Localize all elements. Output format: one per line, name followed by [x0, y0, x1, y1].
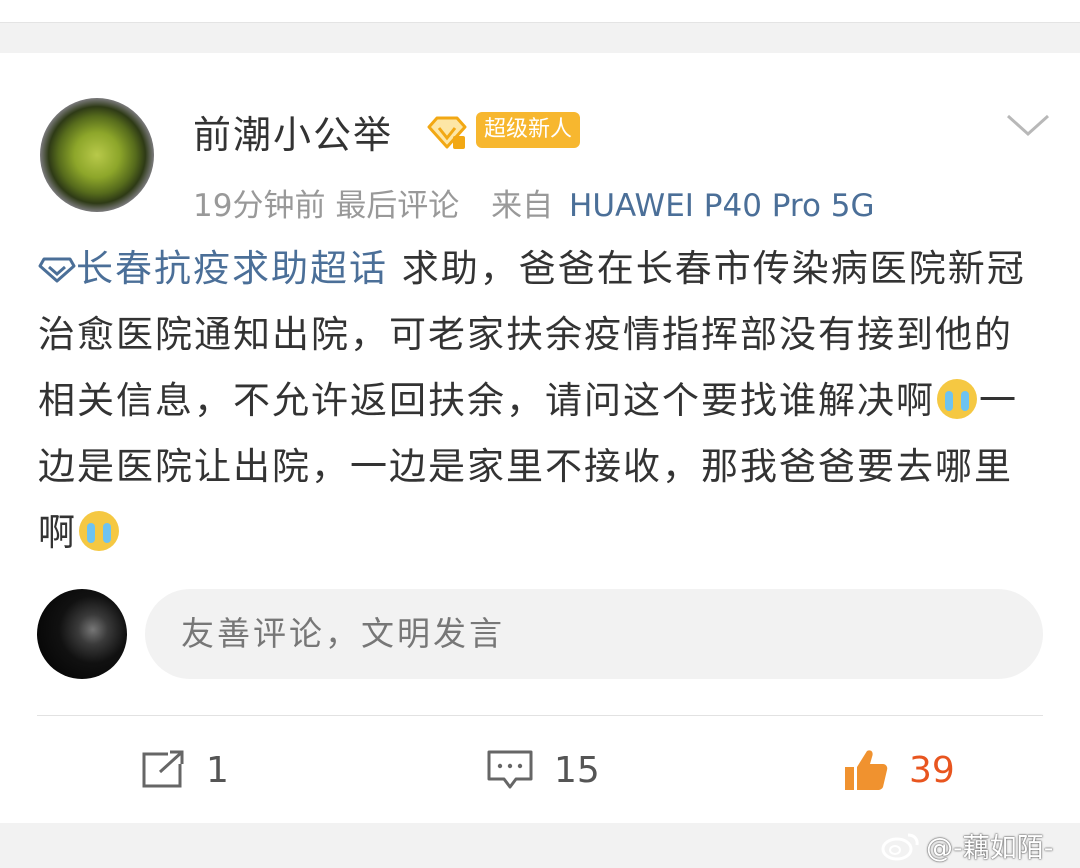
watermark: @-藕如陌-: [880, 826, 1054, 865]
post-time: 19分钟前: [193, 188, 326, 224]
topic-link[interactable]: 长春抗疫求助超话: [38, 247, 388, 290]
comment-count: 15: [554, 749, 600, 791]
like-button[interactable]: 39: [843, 742, 955, 798]
repost-button[interactable]: 1: [140, 742, 229, 798]
current-user-avatar: [37, 589, 127, 679]
super-topic-diamond-icon: [38, 257, 76, 283]
post-content: 长春抗疫求助超话 求助，爸爸在长春市传染病医院新冠治愈医院通知出院，可老家扶余疫…: [38, 236, 1048, 566]
separator-top: [0, 22, 1080, 53]
author-name[interactable]: 前潮小公举: [193, 104, 393, 159]
source-prefix: 来自: [491, 188, 554, 224]
like-count: 39: [909, 749, 955, 791]
super-newcomer-badge: 超级新人: [476, 112, 581, 148]
device-name[interactable]: HUAWEI P40 Pro 5G: [569, 188, 875, 224]
weibo-logo-icon: [881, 833, 919, 861]
vip-diamond-icon: [427, 116, 467, 149]
divider: [37, 715, 1043, 716]
chevron-down-icon[interactable]: [1004, 110, 1052, 140]
post-meta: 19分钟前 最后评论 来自 HUAWEI P40 Pro 5G: [193, 180, 875, 225]
comment-button[interactable]: 15: [486, 742, 600, 798]
comment-icon: [487, 750, 533, 789]
share-icon: [142, 750, 184, 788]
topic-text[interactable]: 长春抗疫求助超话: [76, 247, 388, 290]
watermark-text: @-藕如陌-: [926, 833, 1054, 864]
author-avatar[interactable]: [40, 98, 154, 212]
crying-emoji-icon: [79, 511, 119, 551]
crying-emoji-icon: [937, 379, 977, 419]
thumbs-up-icon: [845, 750, 888, 790]
top-band: [0, 0, 1080, 22]
last-comment-label: 最后评论: [335, 188, 460, 224]
repost-count: 1: [206, 749, 229, 791]
comment-input[interactable]: 友善评论，文明发言: [145, 589, 1043, 679]
